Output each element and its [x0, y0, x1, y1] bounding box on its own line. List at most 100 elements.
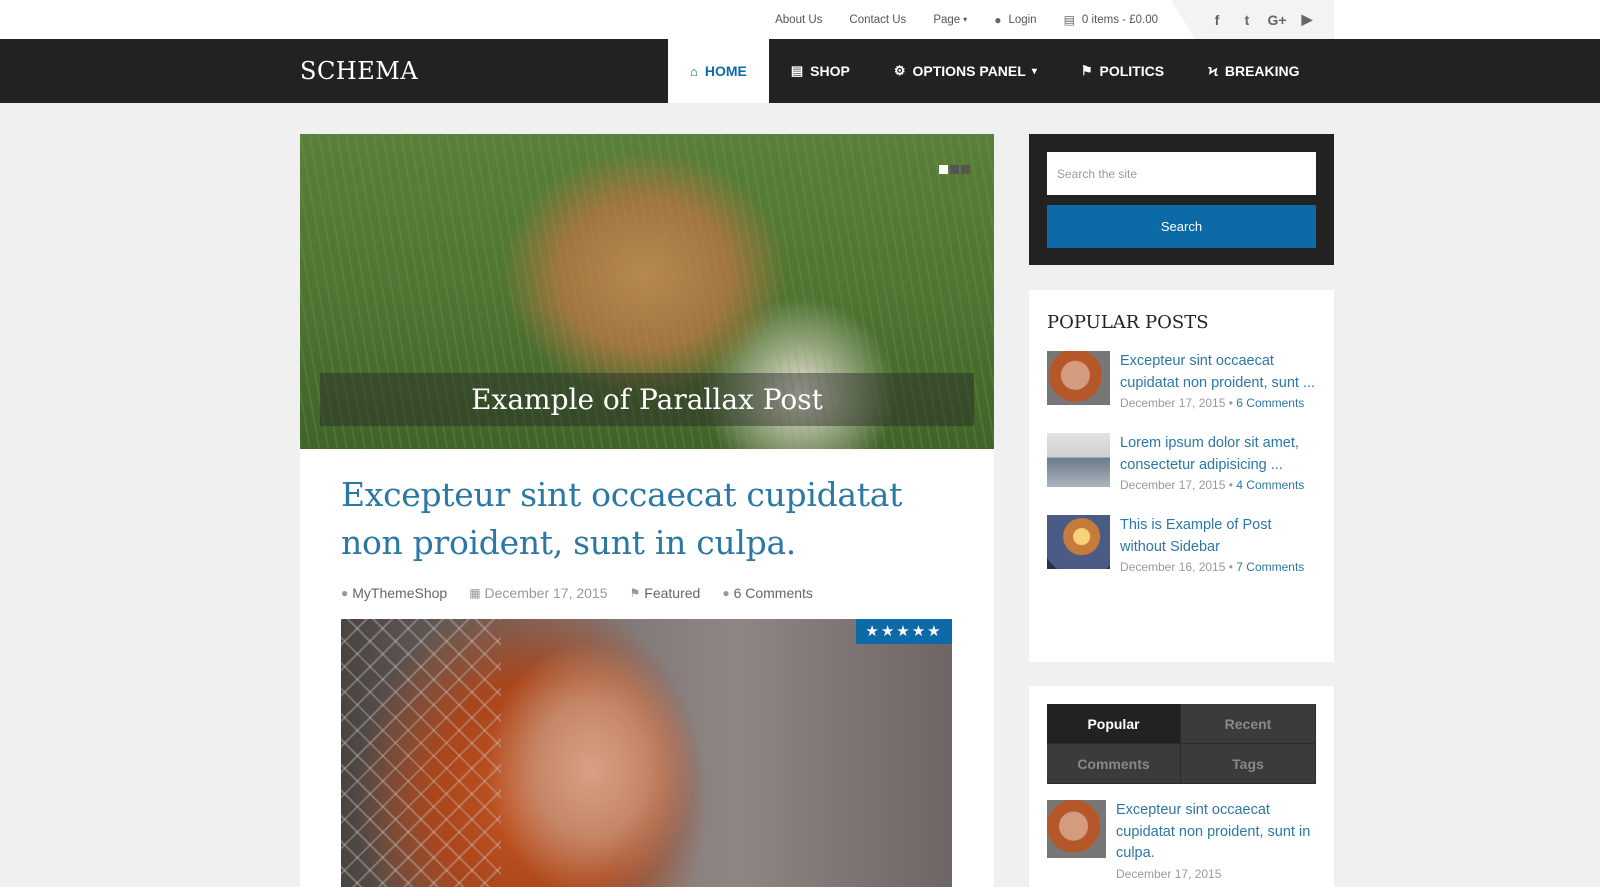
meta-separator: • [1225, 478, 1237, 492]
post-date: ▦ December 17, 2015 [469, 585, 607, 601]
post-date-text: December 17, 2015 [484, 585, 608, 601]
cart-link[interactable]: ▤ 0 items - £0.00 [1064, 13, 1158, 27]
tab-post-link[interactable]: Excepteur sint occaecat cupidatat non pr… [1116, 800, 1316, 865]
search-input[interactable] [1047, 152, 1316, 195]
contact-us-label: Contact Us [849, 13, 907, 26]
post-category[interactable]: ⚑ Featured [630, 585, 701, 601]
tab-post-item: Excepteur sint occaecat cupidatat non pr… [1047, 800, 1316, 884]
popular-post-meta: December 16, 2015 • 7 Comments [1120, 558, 1316, 577]
main-content: Example of Parallax Post Excepteur sint … [300, 134, 994, 887]
popular-post-link[interactable]: This is Example of Post without Sidebar [1120, 515, 1316, 558]
about-us-label: About Us [775, 13, 823, 26]
slider-dot[interactable] [939, 165, 948, 174]
facebook-icon[interactable]: f [1202, 12, 1232, 28]
tab-tags[interactable]: Tags [1181, 744, 1316, 784]
cogs-icon: ⚙ [893, 63, 906, 78]
nav-item-shop[interactable]: ▤ Shop [769, 39, 872, 103]
home-icon: ⌂ [690, 63, 698, 79]
tab-post-date: December 17, 2015 [1116, 866, 1222, 881]
nav-item-label: Breaking [1224, 63, 1300, 79]
search-button[interactable]: Search [1047, 205, 1316, 248]
search-widget: Search [1029, 134, 1334, 265]
meta-separator: • [1225, 560, 1237, 574]
google-plus-icon[interactable]: G+ [1262, 12, 1292, 28]
tab-list: Popular Recent Comments Tags [1047, 704, 1316, 784]
youtube-icon[interactable]: ▶ [1292, 11, 1322, 28]
about-us-link[interactable]: About Us [775, 14, 822, 26]
widget-title: Popular Posts [1047, 312, 1209, 333]
popular-post-comments[interactable]: 6 Comments [1236, 396, 1304, 410]
star-rating: ★★★★★ [856, 619, 952, 644]
tags-icon: ⚑ [629, 586, 641, 600]
author-name: MyThemeShop [352, 585, 448, 601]
popular-post-text: Excepteur sint occaecat cupidatat non pr… [1120, 351, 1316, 413]
chevron-down-icon: ▾ [963, 15, 968, 24]
contact-us-link[interactable]: Contact Us [849, 14, 906, 26]
post-comments[interactable]: ● 6 Comments [722, 585, 813, 601]
user-icon: ● [994, 12, 1002, 27]
post-thumbnail[interactable] [1047, 433, 1110, 487]
page-menu-label: Page [933, 13, 961, 26]
meta-separator: • [1225, 396, 1237, 410]
bolt-icon: ϟ [1208, 63, 1218, 79]
nav-item-label: Home [704, 63, 747, 79]
nav-item-home[interactable]: ⌂ Home [668, 39, 769, 103]
tab-popular[interactable]: Popular [1047, 704, 1181, 744]
popular-post-item: Lorem ipsum dolor sit amet, consectetur … [1047, 433, 1316, 495]
popular-post-meta: December 17, 2015 • 4 Comments [1120, 476, 1316, 495]
image-detail [341, 619, 501, 887]
post-featured-image[interactable]: ★★★★★ [341, 619, 952, 887]
cart-icon: ▤ [1063, 12, 1075, 27]
post-thumbnail[interactable] [1047, 800, 1106, 858]
page-menu-link[interactable]: Page ▾ [933, 14, 967, 26]
nav-item-politics[interactable]: ⚑ Politics [1059, 39, 1186, 103]
tab-comments[interactable]: Comments [1047, 744, 1181, 784]
featured-slider[interactable]: Example of Parallax Post [300, 134, 994, 449]
top-bar-inner: About Us Contact Us Page ▾ ● Login ▤ 0 item… [300, 0, 1334, 39]
popular-post-text: Lorem ipsum dolor sit amet, consectetur … [1120, 433, 1316, 495]
slider-pagination [937, 165, 970, 174]
nav-item-label: Politics [1099, 63, 1165, 79]
cart-summary: 0 items - £0.00 [1081, 13, 1158, 26]
popular-post-date: December 17, 2015 [1120, 478, 1226, 492]
post-category-text: Featured [644, 585, 701, 601]
popular-post-link[interactable]: Lorem ipsum dolor sit amet, consectetur … [1120, 433, 1316, 476]
nav-item-breaking[interactable]: ϟ Breaking [1186, 39, 1321, 103]
post-thumbnail[interactable] [1047, 351, 1110, 405]
post-title[interactable]: Excepteur sint occaecat cupidatat non pr… [341, 471, 953, 567]
post-thumbnail[interactable] [1047, 515, 1110, 569]
login-link[interactable]: ● Login [994, 13, 1036, 27]
user-icon: ● [341, 586, 349, 600]
popular-post-comments[interactable]: 4 Comments [1236, 478, 1304, 492]
twitter-icon[interactable]: t [1232, 12, 1262, 28]
top-bar: About Us Contact Us Page ▾ ● Login ▤ 0 item… [0, 0, 1600, 39]
post-author[interactable]: ● MyThemeShop [341, 585, 447, 601]
tab-recent[interactable]: Recent [1181, 704, 1316, 744]
popular-post-date: December 16, 2015 [1120, 560, 1226, 574]
post-comments-text: 6 Comments [733, 585, 813, 601]
tab-post-text: Excepteur sint occaecat cupidatat non pr… [1116, 800, 1316, 884]
nav-item-options-panel[interactable]: ⚙ Options Panel ▾ [872, 39, 1059, 103]
chevron-down-icon: ▾ [1031, 65, 1037, 77]
popular-post-text: This is Example of Post without Sidebar … [1120, 515, 1316, 577]
main-nav: ⌂ Home ▤ Shop ⚙ Options Panel ▾ ⚑ Politics ϟB… [668, 39, 1322, 103]
popular-post-item: Excepteur sint occaecat cupidatat non pr… [1047, 351, 1316, 413]
login-label: Login [1008, 13, 1037, 26]
popular-post-comments[interactable]: 7 Comments [1236, 560, 1304, 574]
nav-item-label: Options Panel [912, 63, 1026, 79]
nav-item-label: Shop [810, 63, 850, 79]
post-meta: ● MyThemeShop ▦ December 17, 2015 ⚑ Feature… [341, 585, 953, 601]
slider-caption[interactable]: Example of Parallax Post [320, 373, 974, 426]
popular-posts-widget: Popular Posts Excepteur sint occaecat cu… [1029, 290, 1334, 662]
slider-dot[interactable] [961, 165, 970, 174]
site-logo[interactable]: SCHEMA [300, 57, 418, 85]
calendar-icon: ▦ [469, 586, 481, 600]
comments-icon: ● [722, 586, 730, 600]
post-article: Excepteur sint occaecat cupidatat non pr… [300, 449, 994, 887]
popular-post-date: December 17, 2015 [1120, 396, 1226, 410]
top-links: About Us Contact Us Page ▾ ● Login ▤ 0 item… [748, 0, 1158, 39]
flag-icon: ⚑ [1080, 63, 1093, 78]
slider-dot[interactable] [950, 165, 959, 174]
popular-post-link[interactable]: Excepteur sint occaecat cupidatat non pr… [1120, 351, 1316, 394]
main-navbar: SCHEMA ⌂ Home ▤ Shop ⚙ Options Panel ▾ ⚑ Poli… [0, 39, 1600, 103]
